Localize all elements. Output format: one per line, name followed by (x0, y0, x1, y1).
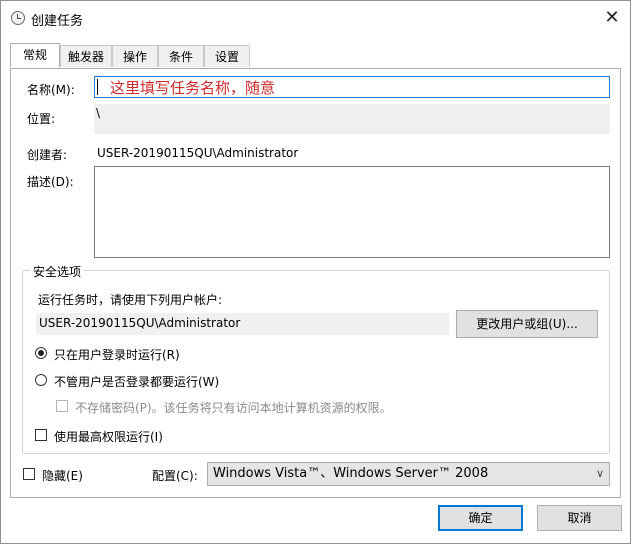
highest-privileges-label[interactable]: 使用最高权限运行(I) (54, 428, 163, 445)
radio-run-logged-on-label[interactable]: 只在用户登录时运行(R) (54, 346, 180, 363)
tab-conditions[interactable]: 条件 (158, 45, 204, 67)
config-dropdown[interactable]: Windows Vista™、Windows Server™ 2008 (207, 462, 610, 486)
no-store-password-label: 不存储密码(P)。该任务将只有访问本地计算机资源的权限。 (75, 401, 392, 415)
run-as-prompt: 运行任务时，请使用下列用户帐户: (38, 293, 223, 307)
location-label: 位置: (27, 112, 56, 126)
radio-run-whether-logged-on-label[interactable]: 不管用户是否登录都要运行(W) (54, 373, 219, 390)
cancel-button[interactable]: 取消 (537, 505, 622, 531)
location-value: \ (94, 104, 610, 134)
close-icon[interactable]: ✕ (597, 5, 627, 31)
description-textarea[interactable] (94, 166, 610, 258)
ok-button[interactable]: 确定 (438, 505, 523, 531)
config-label: 配置(C): (152, 469, 198, 483)
radio-run-whether-logged-on[interactable] (35, 374, 47, 386)
hidden-label[interactable]: 隐藏(E) (42, 467, 83, 484)
highest-privileges-checkbox[interactable] (35, 429, 47, 441)
tab-settings[interactable]: 设置 (204, 45, 250, 67)
author-value: USER-20190115QU\Administrator (97, 146, 299, 160)
tab-general[interactable]: 常规 (10, 43, 60, 67)
tab-actions[interactable]: 操作 (112, 45, 158, 67)
window-title: 创建任务 (31, 14, 84, 29)
security-options-title: 安全选项 (30, 263, 85, 280)
tab-triggers[interactable]: 触发器 (60, 45, 112, 67)
name-label: 名称(M): (27, 83, 75, 97)
description-label: 描述(D): (27, 175, 74, 189)
text-caret (97, 79, 98, 95)
radio-run-logged-on[interactable] (35, 347, 47, 359)
chevron-down-icon[interactable]: ∨ (590, 462, 610, 486)
task-name-input[interactable] (94, 76, 610, 98)
author-label: 创建者: (27, 148, 68, 162)
title-bar: 创建任务 ✕ (1, 1, 630, 35)
hidden-checkbox[interactable] (23, 468, 35, 480)
user-account-value: USER-20190115QU\Administrator (36, 313, 449, 335)
change-user-button[interactable]: 更改用户或组(U)... (456, 310, 598, 338)
clock-icon (11, 11, 25, 25)
no-store-password-checkbox[interactable] (56, 400, 68, 412)
